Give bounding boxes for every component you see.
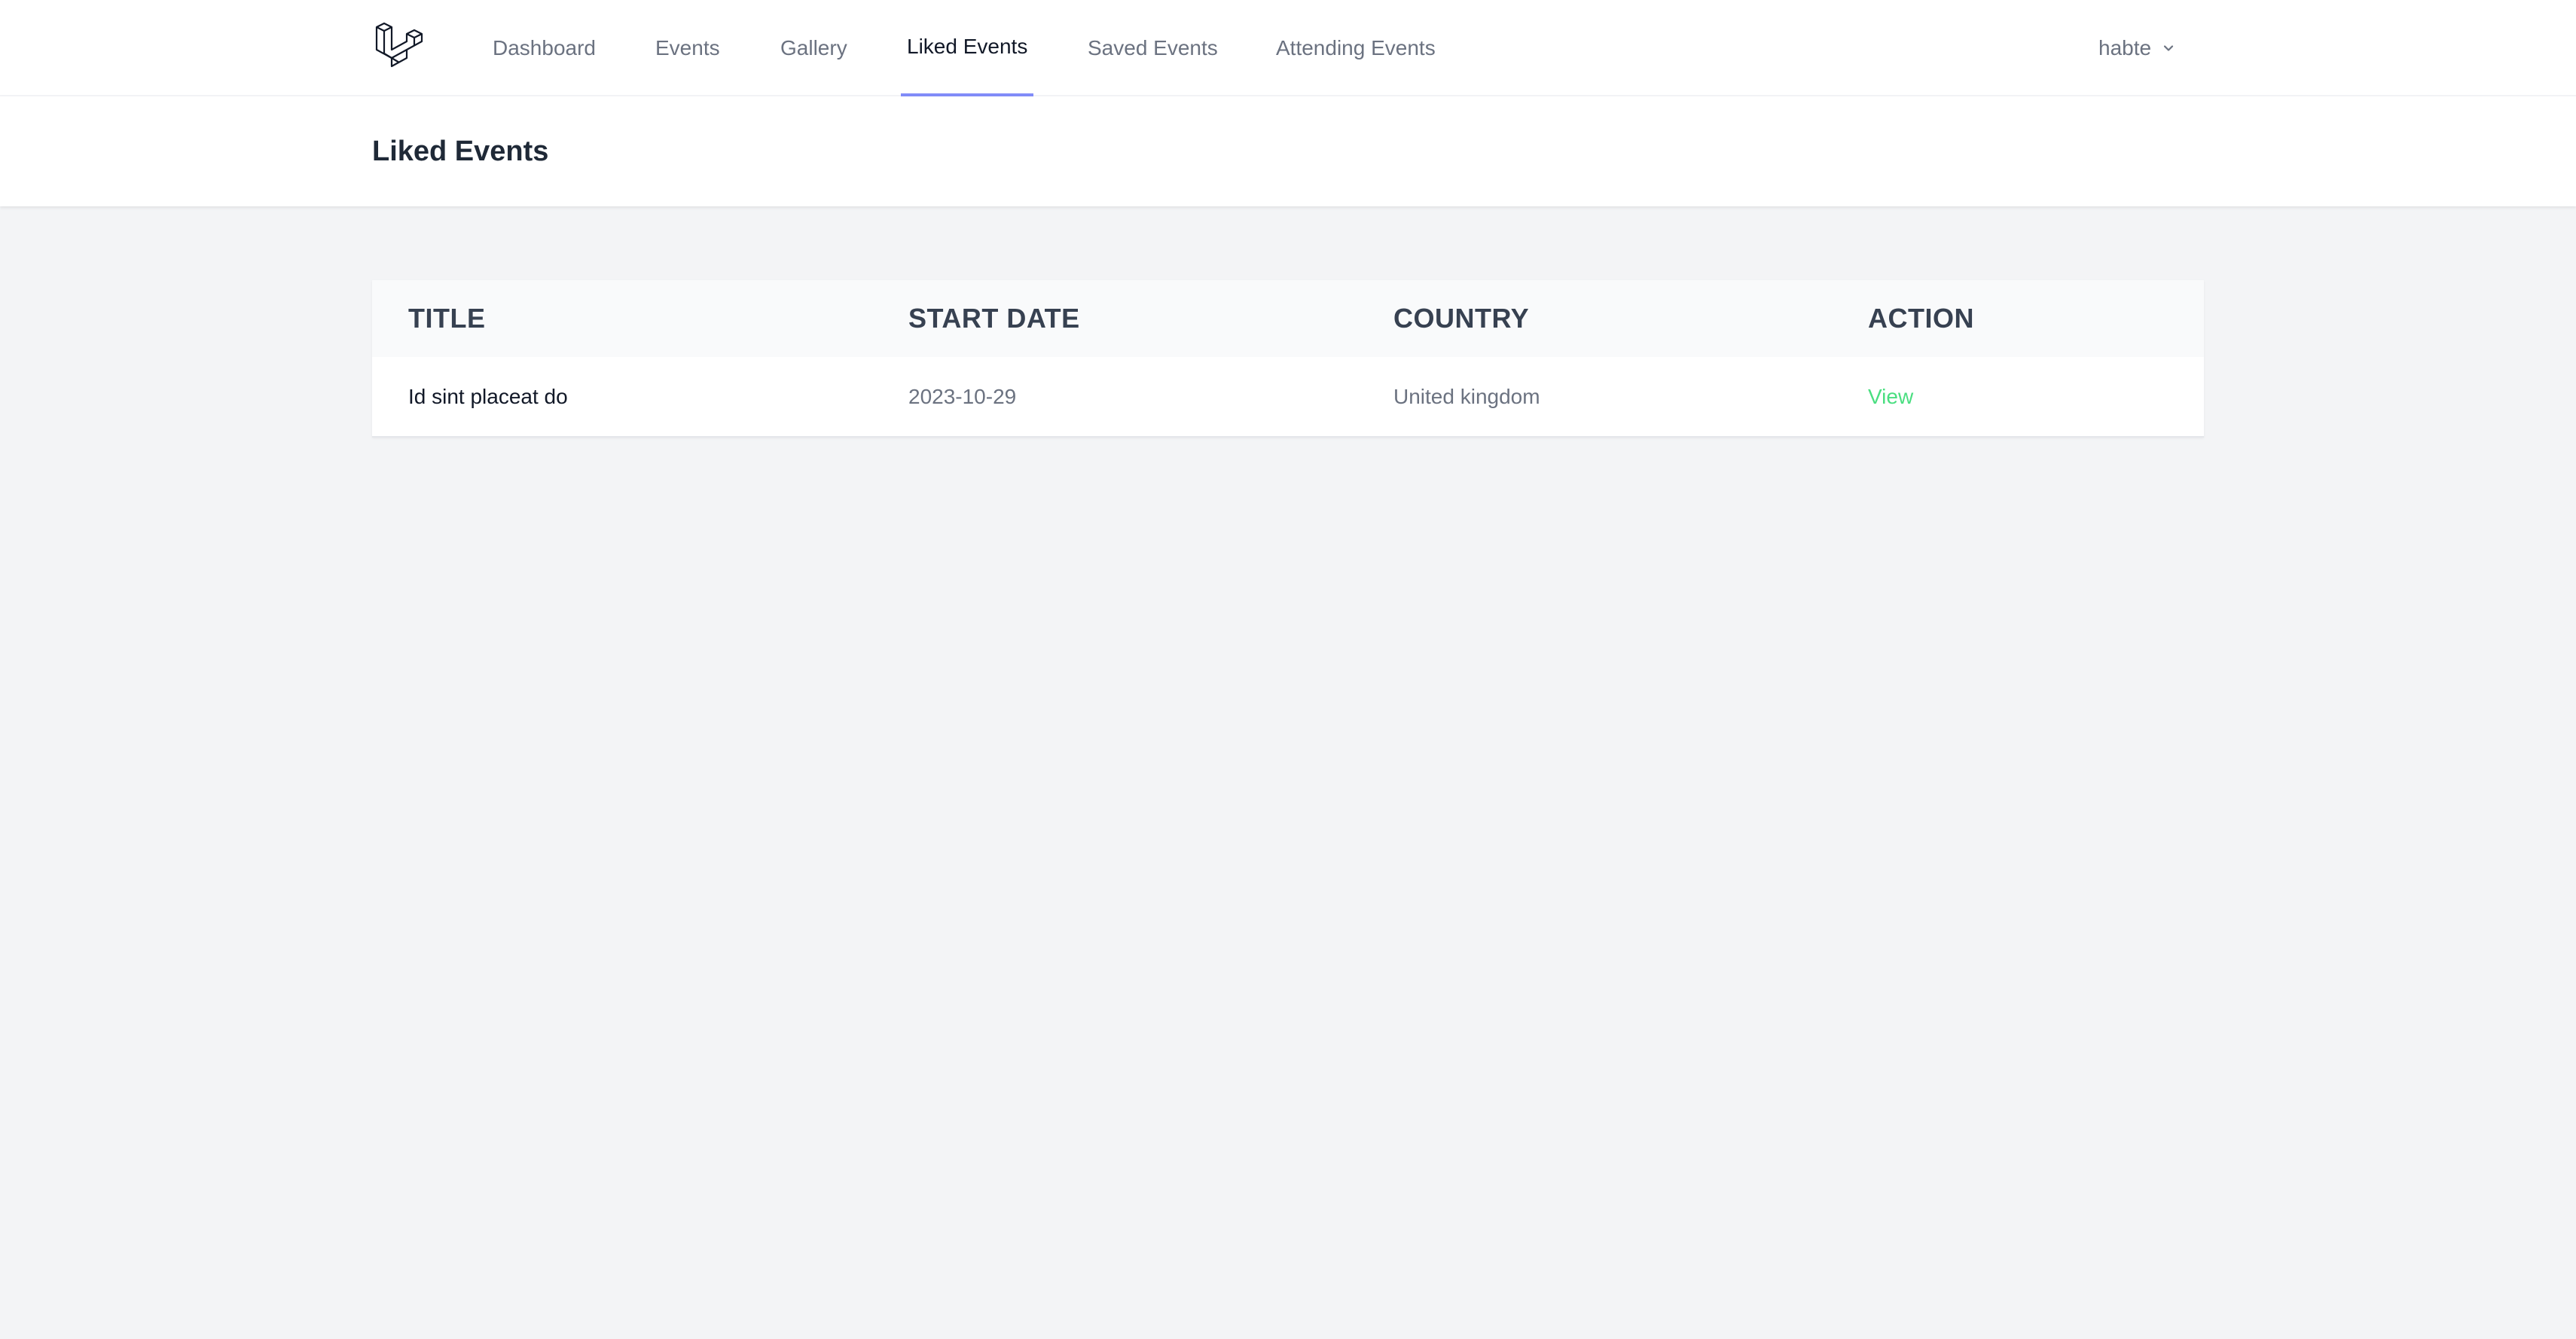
nav-events[interactable]: Events (649, 0, 726, 96)
liked-events-table: TITLE START DATE COUNTRY ACTION Id sint … (372, 280, 2204, 438)
nav-attending-events[interactable]: Attending Events (1270, 0, 1442, 96)
event-action-cell: View (1832, 357, 2204, 437)
event-start-date-cell: 2023-10-29 (908, 384, 1017, 408)
top-navigation: Dashboard Events Gallery Liked Events Sa… (0, 0, 2576, 96)
event-title-cell: Id sint placeat do (408, 384, 568, 408)
user-name: habte (2098, 36, 2152, 59)
view-event-link[interactable]: View (1868, 385, 1913, 408)
nav-saved-events[interactable]: Saved Events (1082, 0, 1224, 96)
column-header-country: COUNTRY (1393, 303, 1530, 334)
laravel-logo-icon[interactable] (372, 21, 426, 75)
chevron-down-icon (2163, 45, 2174, 51)
page-title: Liked Events (372, 135, 549, 167)
event-country-cell: United kingdom (1393, 384, 1540, 408)
nav-gallery[interactable]: Gallery (774, 0, 853, 96)
user-dropdown[interactable]: habte (2098, 0, 2175, 96)
table-header-row: TITLE START DATE COUNTRY ACTION (372, 280, 2204, 357)
table-row: Id sint placeat do 2023-10-29 United kin… (372, 357, 2204, 437)
nav-dashboard[interactable]: Dashboard (487, 0, 602, 96)
page-header: Liked Events (0, 96, 2576, 206)
nav-liked-events[interactable]: Liked Events (901, 0, 1034, 96)
column-header-action: ACTION (1868, 303, 1974, 334)
column-header-start-date: START DATE (908, 303, 1080, 334)
column-header-title: TITLE (408, 303, 486, 334)
